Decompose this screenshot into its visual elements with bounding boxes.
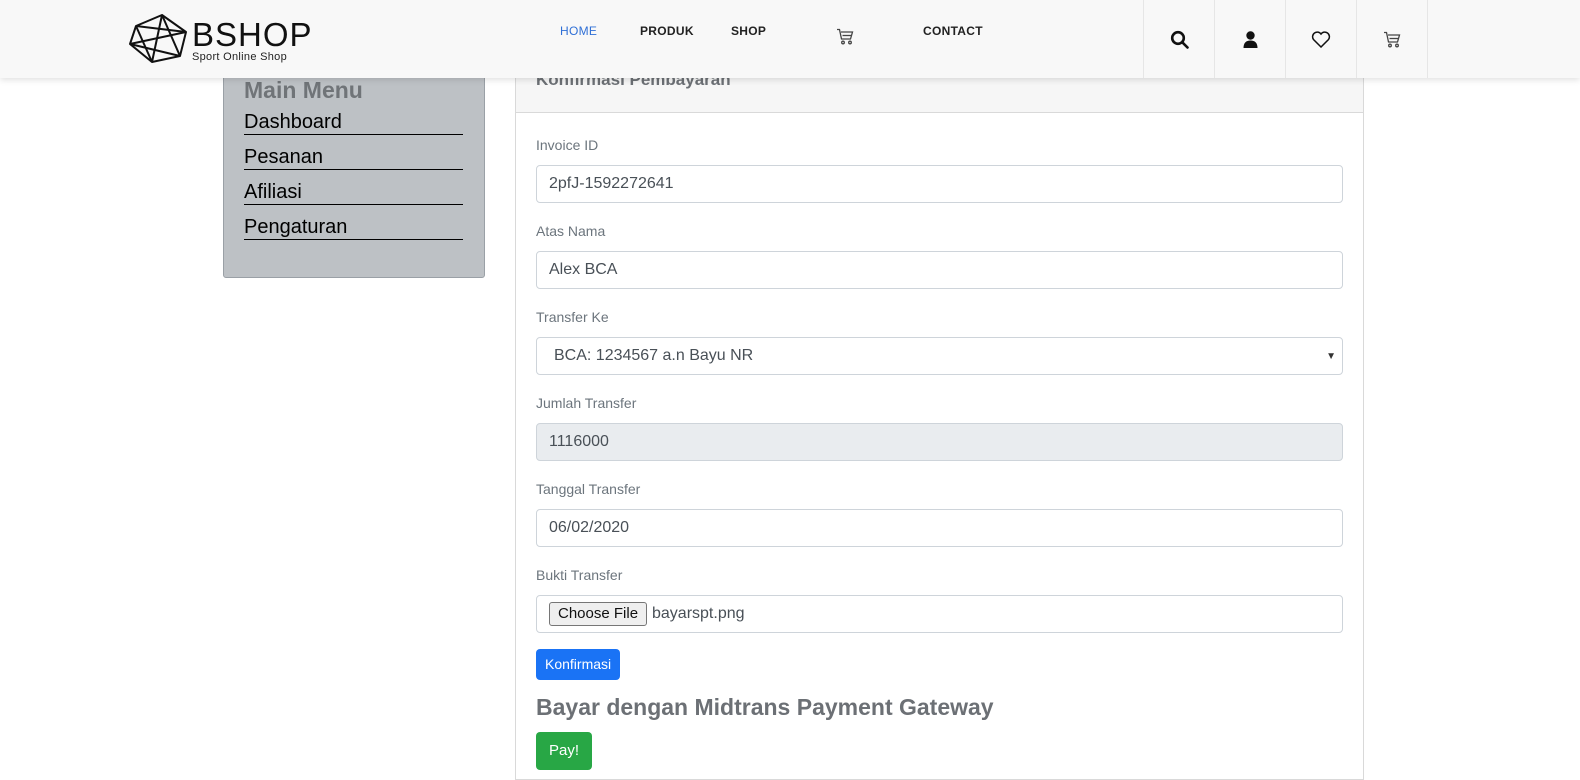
file-name: bayarspt.png xyxy=(652,605,745,622)
header-actions xyxy=(1143,0,1428,78)
transfer-to-value: BCA: 1234567 a.n Bayu NR xyxy=(554,347,754,364)
choose-file-button[interactable]: Choose File xyxy=(549,602,648,626)
proof-file-input: Choose File bayarspt.png xyxy=(536,595,1343,633)
transfer-to-label: Transfer Ke xyxy=(536,309,609,325)
sidebar-item-pesanan[interactable]: Pesanan xyxy=(244,145,463,170)
site-header: BSHOP Sport Online Shop HOME PRODUK SHOP… xyxy=(0,0,1580,78)
sidebar-title: Main Menu xyxy=(244,77,363,103)
transfer-to-select[interactable]: BCA: 1234567 a.n Bayu NR ▼ xyxy=(536,337,1343,375)
date-input[interactable]: 06/02/2020 xyxy=(536,509,1343,547)
nav-contact[interactable]: CONTACT xyxy=(923,24,983,38)
nav-home[interactable]: HOME xyxy=(560,24,597,38)
pay-button[interactable]: Pay! xyxy=(536,732,592,770)
midtrans-title: Bayar dengan Midtrans Payment Gateway xyxy=(536,694,994,720)
logo[interactable]: BSHOP Sport Online Shop xyxy=(128,12,328,64)
search-icon[interactable] xyxy=(1144,0,1215,78)
sidebar-item-dashboard[interactable]: Dashboard xyxy=(244,110,463,135)
nav-shop[interactable]: SHOP xyxy=(731,24,766,38)
confirm-button[interactable]: Konfirmasi xyxy=(536,649,621,680)
name-label: Atas Nama xyxy=(536,223,606,239)
amount-label: Jumlah Transfer xyxy=(536,395,637,411)
logo-mark-icon xyxy=(129,14,187,63)
sidebar-item-pengaturan[interactable]: Pengaturan xyxy=(244,215,463,240)
logo-name: BSHOP xyxy=(192,16,313,53)
cart-icon[interactable] xyxy=(1357,0,1428,78)
nav-produk[interactable]: PRODUK xyxy=(640,24,694,38)
invoice-label: Invoice ID xyxy=(536,137,599,153)
amount-input: 1116000 xyxy=(536,423,1343,461)
name-input[interactable]: Alex BCA xyxy=(536,251,1343,289)
user-icon[interactable] xyxy=(1215,0,1286,78)
heart-icon[interactable] xyxy=(1286,0,1357,78)
sidebar-menu: Main Menu Dashboard Pesanan Afiliasi Pen… xyxy=(223,60,485,278)
invoice-input[interactable]: 2pfJ-1592272641 xyxy=(536,165,1343,203)
date-label: Tanggal Transfer xyxy=(536,481,641,497)
sidebar-item-afiliasi[interactable]: Afiliasi xyxy=(244,180,463,205)
nav-cart-icon[interactable] xyxy=(836,28,854,50)
proof-label: Bukti Transfer xyxy=(536,567,623,583)
chevron-down-icon: ▼ xyxy=(1326,351,1336,362)
logo-tagline: Sport Online Shop xyxy=(192,51,287,63)
